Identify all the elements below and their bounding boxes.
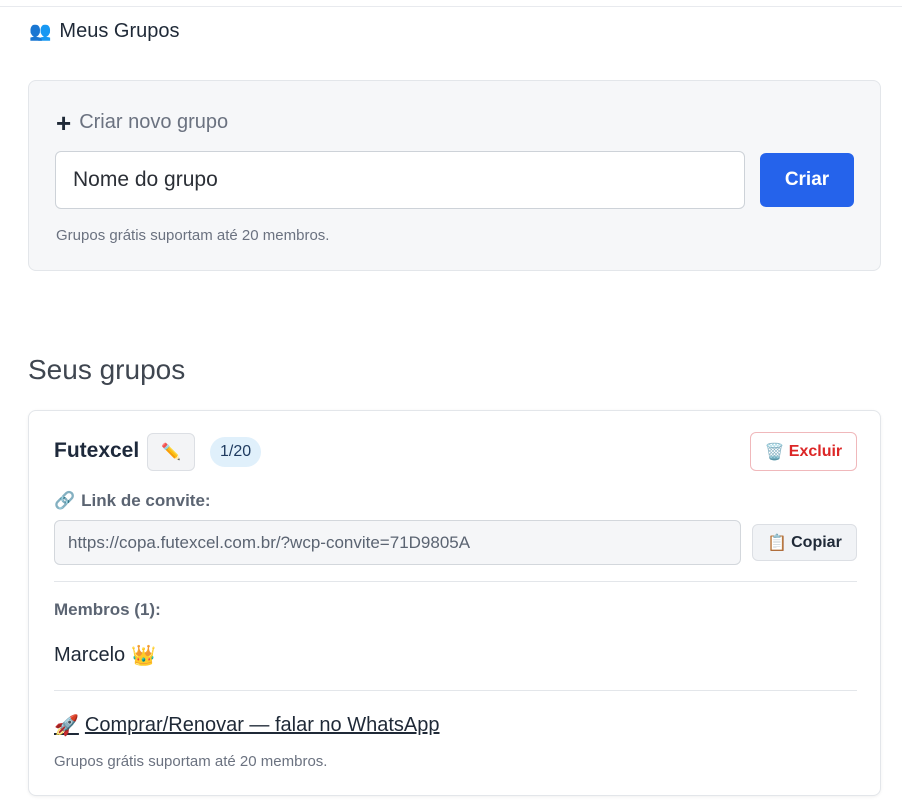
invite-link-label: 🔗 Link de convite: <box>54 491 211 511</box>
page-title-text: Meus Grupos <box>59 20 180 42</box>
group-hint: Grupos grátis suportam até 20 membros. <box>54 753 328 770</box>
group-card: Futexcel ✏️ 1/20 🗑️ Excluir 🔗 Link de co… <box>28 410 881 796</box>
member-count-badge: 1/20 <box>210 437 262 467</box>
rocket-icon: 🚀 <box>54 715 79 737</box>
create-group-hint: Grupos grátis suportam até 20 membros. <box>56 227 330 244</box>
divider <box>54 581 857 582</box>
pencil-icon: ✏️ <box>161 444 181 461</box>
group-name: Futexcel <box>54 439 140 462</box>
clipboard-icon: 📋 <box>767 534 788 552</box>
buy-renew-link-text: Comprar/Renovar — falar no WhatsApp <box>84 714 440 736</box>
invite-link-field[interactable] <box>54 520 741 565</box>
buy-renew-link[interactable]: 🚀 Comprar/Renovar — falar no WhatsApp <box>54 713 440 738</box>
create-group-panel: + Criar novo grupo Criar Grupos grátis s… <box>28 80 881 271</box>
delete-group-button[interactable]: 🗑️ Excluir <box>750 432 857 471</box>
create-group-title-text: Criar novo grupo <box>79 111 229 133</box>
divider <box>54 690 857 691</box>
groups-section-title: Seus grupos <box>28 354 186 385</box>
delete-label: Excluir <box>788 442 843 460</box>
crown-icon: 👑 <box>131 645 157 667</box>
people-icon: 👥 <box>29 21 52 41</box>
members-title: Membros (1): <box>54 600 161 619</box>
edit-group-button[interactable]: ✏️ <box>147 433 195 471</box>
link-icon: 🔗 <box>54 491 76 510</box>
plus-icon: + <box>56 107 72 138</box>
member-name: Marcelo <box>54 644 126 666</box>
page-title: 👥 Meus Grupos <box>29 20 179 43</box>
invite-link-label-text: Link de convite: <box>81 491 211 510</box>
copy-link-button[interactable]: 📋 Copiar <box>752 524 857 561</box>
group-name-input[interactable] <box>55 151 745 209</box>
trash-icon: 🗑️ <box>764 443 785 461</box>
create-button[interactable]: Criar <box>760 153 854 207</box>
list-item: Marcelo 👑 <box>54 643 156 668</box>
copy-label: Copiar <box>791 533 842 551</box>
create-group-title: + Criar novo grupo <box>56 107 229 138</box>
top-border <box>0 6 902 7</box>
